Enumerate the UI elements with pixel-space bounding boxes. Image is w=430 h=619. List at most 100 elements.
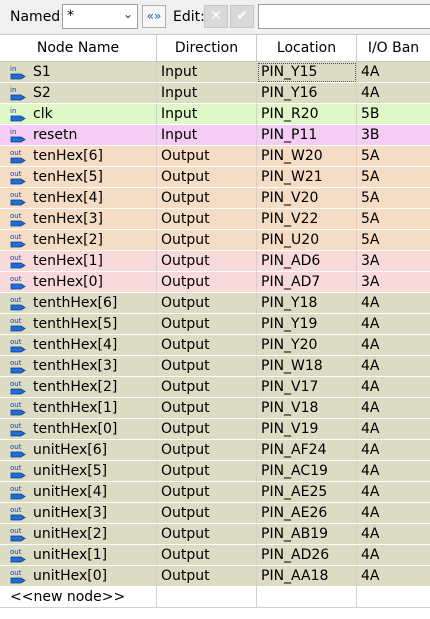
table-row[interactable]: out tenthHex[4] Output PIN_Y20 4A xyxy=(0,335,430,356)
io-bank-cell[interactable]: 3A xyxy=(357,251,430,272)
location-cell[interactable]: PIN_W18 xyxy=(257,356,357,377)
direction-cell[interactable]: Output xyxy=(157,230,257,251)
location-cell[interactable]: PIN_U20 xyxy=(257,230,357,251)
location-cell[interactable]: PIN_Y19 xyxy=(257,314,357,335)
node-name-cell[interactable]: out tenthHex[6] xyxy=(0,293,157,314)
cancel-edit-button[interactable]: ✕ xyxy=(204,5,228,28)
direction-cell[interactable]: Output xyxy=(157,440,257,461)
direction-cell[interactable]: Output xyxy=(157,272,257,293)
direction-cell[interactable]: Output xyxy=(157,398,257,419)
node-name-cell[interactable]: in S1 xyxy=(0,62,157,83)
node-name-cell[interactable]: out tenHex[0] xyxy=(0,272,157,293)
direction-cell[interactable]: Output xyxy=(157,377,257,398)
location-cell[interactable]: PIN_Y18 xyxy=(257,293,357,314)
io-bank-cell[interactable]: 4A xyxy=(357,293,430,314)
location-cell[interactable]: PIN_V22 xyxy=(257,209,357,230)
io-bank-cell[interactable]: 4A xyxy=(357,482,430,503)
node-name-cell[interactable]: out unitHex[6] xyxy=(0,440,157,461)
io-bank-cell[interactable]: 4A xyxy=(357,377,430,398)
table-row[interactable]: out unitHex[2] Output PIN_AB19 4A xyxy=(0,524,430,545)
table-row[interactable]: out tenthHex[1] Output PIN_V18 4A xyxy=(0,398,430,419)
direction-cell[interactable]: Input xyxy=(157,104,257,125)
io-bank-cell[interactable]: 3A xyxy=(357,272,430,293)
node-name-cell[interactable]: out tenthHex[0] xyxy=(0,419,157,440)
chevron-down-icon[interactable]: ⌄ xyxy=(123,7,133,21)
io-bank-cell[interactable]: 4A xyxy=(357,356,430,377)
direction-cell[interactable]: Output xyxy=(157,461,257,482)
table-row[interactable]: out unitHex[1] Output PIN_AD26 4A xyxy=(0,545,430,566)
node-finder-button[interactable]: «» xyxy=(142,5,166,28)
table-row[interactable]: out tenHex[5] Output PIN_W21 5A xyxy=(0,167,430,188)
direction-cell[interactable]: Output xyxy=(157,335,257,356)
node-name-cell[interactable]: out unitHex[3] xyxy=(0,503,157,524)
node-name-cell[interactable]: out unitHex[4] xyxy=(0,482,157,503)
direction-cell[interactable]: Output xyxy=(157,293,257,314)
direction-cell[interactable]: Input xyxy=(157,83,257,104)
node-name-cell[interactable]: out tenthHex[5] xyxy=(0,314,157,335)
table-row[interactable]: in S2 Input PIN_Y16 4A xyxy=(0,83,430,104)
location-cell[interactable]: PIN_P11 xyxy=(257,125,357,146)
node-name-cell[interactable]: out tenHex[5] xyxy=(0,167,157,188)
direction-cell[interactable]: Output xyxy=(157,419,257,440)
column-header-node-name[interactable]: Node Name xyxy=(0,35,157,62)
node-name-cell[interactable]: out tenthHex[1] xyxy=(0,398,157,419)
direction-cell[interactable]: Output xyxy=(157,188,257,209)
table-row[interactable]: out unitHex[6] Output PIN_AF24 4A xyxy=(0,440,430,461)
io-bank-cell[interactable]: 4A xyxy=(357,62,430,83)
io-bank-cell[interactable]: 5A xyxy=(357,146,430,167)
location-cell[interactable]: PIN_W20 xyxy=(257,146,357,167)
io-bank-cell[interactable]: 4A xyxy=(357,545,430,566)
location-cell[interactable]: PIN_AE25 xyxy=(257,482,357,503)
direction-cell[interactable]: Output xyxy=(157,545,257,566)
table-row[interactable]: out tenthHex[3] Output PIN_W18 4A xyxy=(0,356,430,377)
node-name-cell[interactable]: out tenthHex[4] xyxy=(0,335,157,356)
io-bank-cell[interactable]: 4A xyxy=(357,503,430,524)
column-header-location[interactable]: Location xyxy=(257,35,357,62)
node-name-cell[interactable]: out tenHex[3] xyxy=(0,209,157,230)
direction-cell[interactable]: Input xyxy=(157,125,257,146)
node-name-cell[interactable]: out tenthHex[3] xyxy=(0,356,157,377)
new-node-cell[interactable]: <<new node>> xyxy=(0,587,157,608)
table-row[interactable]: in S1 Input PIN_Y15 4A xyxy=(0,62,430,83)
location-cell[interactable]: PIN_V19 xyxy=(257,419,357,440)
table-row[interactable]: out tenHex[0] Output PIN_AD7 3A xyxy=(0,272,430,293)
accept-edit-button[interactable]: ✔ xyxy=(230,5,254,28)
new-node-row[interactable]: <<new node>> xyxy=(0,587,430,608)
direction-cell[interactable]: Input xyxy=(157,62,257,83)
location-cell[interactable]: PIN_Y15 xyxy=(257,62,357,83)
direction-cell[interactable]: Output xyxy=(157,146,257,167)
direction-cell[interactable]: Output xyxy=(157,566,257,587)
io-bank-cell[interactable]: 5A xyxy=(357,230,430,251)
io-bank-cell[interactable]: 4A xyxy=(357,314,430,335)
location-cell[interactable]: PIN_AE26 xyxy=(257,503,357,524)
location-cell[interactable]: PIN_AD26 xyxy=(257,545,357,566)
location-cell[interactable]: PIN_AA18 xyxy=(257,566,357,587)
io-bank-cell[interactable]: 4A xyxy=(357,83,430,104)
table-row[interactable]: out unitHex[5] Output PIN_AC19 4A xyxy=(0,461,430,482)
direction-cell[interactable]: Output xyxy=(157,524,257,545)
table-row[interactable]: out tenHex[2] Output PIN_U20 5A xyxy=(0,230,430,251)
io-bank-cell[interactable]: 4A xyxy=(357,398,430,419)
location-cell[interactable]: PIN_AC19 xyxy=(257,461,357,482)
table-row[interactable]: out tenthHex[2] Output PIN_V17 4A xyxy=(0,377,430,398)
table-row[interactable]: out tenHex[3] Output PIN_V22 5A xyxy=(0,209,430,230)
location-cell[interactable]: PIN_V20 xyxy=(257,188,357,209)
direction-cell[interactable]: Output xyxy=(157,314,257,335)
table-row[interactable]: in resetn Input PIN_P11 3B xyxy=(0,125,430,146)
location-cell[interactable]: PIN_V18 xyxy=(257,398,357,419)
io-bank-cell[interactable]: 4A xyxy=(357,461,430,482)
location-cell[interactable]: PIN_R20 xyxy=(257,104,357,125)
table-row[interactable]: out unitHex[0] Output PIN_AA18 4A xyxy=(0,566,430,587)
node-name-cell[interactable]: out unitHex[1] xyxy=(0,545,157,566)
location-cell[interactable]: PIN_AB19 xyxy=(257,524,357,545)
node-name-cell[interactable]: out tenHex[1] xyxy=(0,251,157,272)
direction-cell[interactable]: Output xyxy=(157,356,257,377)
node-name-cell[interactable]: out tenHex[6] xyxy=(0,146,157,167)
io-bank-cell[interactable]: 5A xyxy=(357,167,430,188)
node-name-cell[interactable]: out tenHex[4] xyxy=(0,188,157,209)
location-cell[interactable]: PIN_AD6 xyxy=(257,251,357,272)
io-bank-cell[interactable]: 5A xyxy=(357,209,430,230)
table-row[interactable]: out unitHex[3] Output PIN_AE26 4A xyxy=(0,503,430,524)
table-row[interactable]: out unitHex[4] Output PIN_AE25 4A xyxy=(0,482,430,503)
node-name-cell[interactable]: out tenthHex[2] xyxy=(0,377,157,398)
